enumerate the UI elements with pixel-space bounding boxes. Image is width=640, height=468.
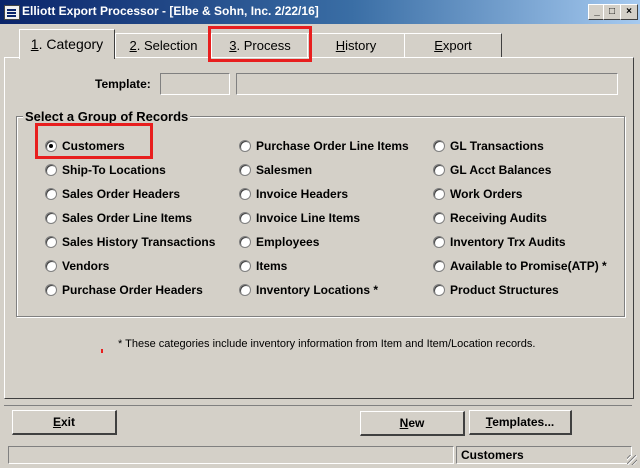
- option-available-to-promise-label[interactable]: Available to Promise(ATP) *: [450, 259, 607, 273]
- option-purchase-order-headers-label[interactable]: Purchase Order Headers: [62, 283, 203, 297]
- new-button[interactable]: New: [360, 411, 465, 436]
- tab-history-label: istory: [345, 38, 377, 53]
- option-salesmen-label[interactable]: Salesmen: [256, 163, 312, 177]
- tab-selection-key: 2: [129, 38, 137, 53]
- radio-inventory-trx-audits[interactable]: [433, 236, 445, 248]
- radio-work-orders[interactable]: [433, 188, 445, 200]
- tab-category-label: . Category: [38, 36, 104, 52]
- tab-history[interactable]: History: [307, 33, 405, 58]
- customers-highlight: [35, 123, 153, 159]
- option-inventory-locations-label[interactable]: Inventory Locations *: [256, 283, 378, 297]
- option-items-label[interactable]: Items: [256, 259, 287, 273]
- radio-gl-acct-balances[interactable]: [433, 164, 445, 176]
- process-tab-highlight: [208, 26, 312, 62]
- radio-sales-order-headers[interactable]: [45, 188, 57, 200]
- maximize-button[interactable]: □: [603, 4, 621, 20]
- tab-selection-label: . Selection: [136, 38, 198, 53]
- radio-product-structures[interactable]: [433, 284, 445, 296]
- red-mark: [101, 349, 103, 353]
- radio-purchase-order-headers[interactable]: [45, 284, 57, 296]
- option-employees-label[interactable]: Employees: [256, 235, 319, 249]
- templates-label: emplates...: [492, 415, 555, 429]
- templates-button[interactable]: Templates...: [469, 410, 572, 435]
- window-title: Elliott Export Processor - [Elbe & Sohn,…: [22, 4, 319, 18]
- radio-available-to-promise[interactable]: [433, 260, 445, 272]
- radio-vendors[interactable]: [45, 260, 57, 272]
- option-inventory-trx-audits-label[interactable]: Inventory Trx Audits: [450, 235, 566, 249]
- radio-receiving-audits[interactable]: [433, 212, 445, 224]
- option-invoice-line-items-label[interactable]: Invoice Line Items: [256, 211, 360, 225]
- option-sales-order-headers-label[interactable]: Sales Order Headers: [62, 187, 180, 201]
- tab-export-label: xport: [442, 38, 472, 53]
- option-sales-order-line-items-label[interactable]: Sales Order Line Items: [62, 211, 192, 225]
- template-code-field[interactable]: [160, 73, 230, 95]
- option-sales-history-transactions-label[interactable]: Sales History Transactions: [62, 235, 215, 249]
- record-group-title: Select a Group of Records: [23, 109, 191, 124]
- option-ship-to-locations-label[interactable]: Ship-To Locations: [62, 163, 166, 177]
- radio-invoice-headers[interactable]: [239, 188, 251, 200]
- tab-category[interactable]: 1. Category: [19, 29, 115, 59]
- inventory-note: * These categories include inventory inf…: [118, 338, 536, 350]
- tab-selection[interactable]: 2. Selection: [115, 33, 212, 58]
- template-label: Template:: [95, 77, 151, 91]
- radio-invoice-line-items[interactable]: [239, 212, 251, 224]
- new-label: ew: [408, 416, 425, 430]
- radio-gl-transactions[interactable]: [433, 140, 445, 152]
- option-invoice-headers-label[interactable]: Invoice Headers: [256, 187, 348, 201]
- option-gl-acct-balances-label[interactable]: GL Acct Balances: [450, 163, 551, 177]
- radio-salesmen[interactable]: [239, 164, 251, 176]
- option-vendors-label[interactable]: Vendors: [62, 259, 109, 273]
- radio-employees[interactable]: [239, 236, 251, 248]
- option-purchase-order-line-items-label[interactable]: Purchase Order Line Items: [256, 139, 409, 153]
- radio-items[interactable]: [239, 260, 251, 272]
- tab-category-key: 1: [30, 36, 39, 52]
- exit-button[interactable]: Exit: [12, 410, 117, 435]
- radio-sales-order-line-items[interactable]: [45, 212, 57, 224]
- radio-ship-to-locations[interactable]: [45, 164, 57, 176]
- option-receiving-audits-label[interactable]: Receiving Audits: [450, 211, 547, 225]
- resize-grip[interactable]: [627, 455, 637, 465]
- status-record-group: Customers: [456, 446, 632, 464]
- option-work-orders-label[interactable]: Work Orders: [450, 187, 522, 201]
- radio-inventory-locations[interactable]: [239, 284, 251, 296]
- exit-key: E: [52, 415, 61, 429]
- tab-export[interactable]: Export: [404, 33, 502, 58]
- app-icon: [4, 5, 20, 20]
- option-gl-transactions-label[interactable]: GL Transactions: [450, 139, 544, 153]
- tab-export-key: E: [434, 38, 443, 53]
- status-left: [8, 446, 454, 464]
- tab-history-key: H: [335, 38, 346, 53]
- exit-label: xit: [61, 415, 76, 429]
- radio-sales-history-transactions[interactable]: [45, 236, 57, 248]
- option-product-structures-label[interactable]: Product Structures: [450, 283, 559, 297]
- template-description-field[interactable]: [236, 73, 618, 95]
- close-button[interactable]: ×: [620, 4, 638, 20]
- radio-purchase-order-line-items[interactable]: [239, 140, 251, 152]
